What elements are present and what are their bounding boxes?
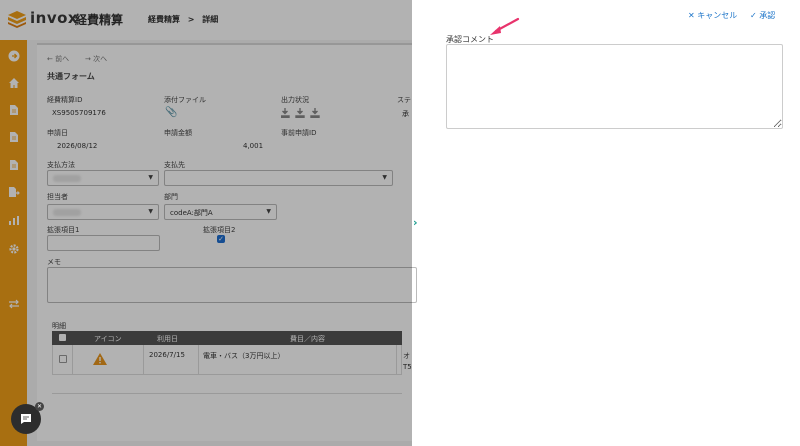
amount-label: 申請金額 bbox=[164, 129, 192, 137]
column-icon[interactable]: アイコン bbox=[94, 334, 122, 344]
prev-link[interactable]: ← 前へ bbox=[47, 54, 69, 64]
payment-method-label: 支払方法 bbox=[47, 161, 75, 169]
breadcrumb-separator: > bbox=[187, 15, 195, 24]
close-icon[interactable]: ✕ bbox=[35, 402, 44, 411]
chevron-right-icon[interactable]: › bbox=[413, 216, 418, 229]
apply-date-label: 申請日 bbox=[47, 129, 68, 137]
column-content[interactable]: 費目／内容 bbox=[290, 334, 325, 344]
column-date[interactable]: 利用日 bbox=[157, 334, 178, 344]
person-label: 担当者 bbox=[47, 193, 68, 201]
row-date: 2026/7/15 bbox=[149, 351, 185, 359]
expense-id-value: XS9505709176 bbox=[52, 109, 106, 117]
home-icon[interactable] bbox=[0, 73, 27, 93]
payment-method-select[interactable]: ▼ bbox=[47, 170, 159, 186]
breadcrumb-item-detail: 詳細 bbox=[202, 15, 219, 24]
chart-icon[interactable] bbox=[0, 210, 27, 230]
divider bbox=[143, 345, 144, 375]
person-select[interactable]: ▼ bbox=[47, 204, 159, 220]
memo-textarea[interactable] bbox=[47, 267, 417, 303]
brand-subtitle: 経費精算 bbox=[75, 13, 124, 27]
logo-icon bbox=[8, 11, 26, 28]
approval-panel: ✕ キャンセル ✓ 承認 承認コメント bbox=[428, 0, 800, 446]
divider bbox=[72, 345, 73, 375]
document-icon[interactable] bbox=[0, 155, 27, 175]
form-card: ← 前へ → 次へ 共通フォーム 経費精算ID XS9505709176 添付フ… bbox=[37, 43, 417, 441]
blurred-value bbox=[53, 175, 81, 182]
chat-icon bbox=[21, 414, 31, 424]
department-value: codeA:部門A bbox=[170, 209, 213, 217]
table-divider bbox=[52, 393, 402, 394]
approve-button[interactable]: ✓ 承認 bbox=[750, 10, 775, 21]
row-content: 電車・バス（3万円以上） bbox=[203, 352, 285, 360]
attachment-label: 添付ファイル bbox=[164, 96, 206, 104]
select-all-checkbox[interactable] bbox=[59, 334, 66, 341]
payee-label: 支払先 bbox=[164, 161, 185, 169]
arrow-right-circle-icon[interactable] bbox=[0, 46, 27, 66]
chevron-down-icon: ▼ bbox=[148, 174, 153, 181]
transfer-icon[interactable] bbox=[0, 294, 27, 314]
chevron-down-icon: ▼ bbox=[266, 208, 271, 215]
document-icon[interactable] bbox=[0, 100, 27, 120]
details-table-header: アイコン 利用日 費目／内容 bbox=[52, 331, 402, 345]
main-content: ← 前へ → 次へ 共通フォーム 経費精算ID XS9505709176 添付フ… bbox=[27, 40, 417, 446]
output-status-label: 出力状況 bbox=[281, 96, 309, 104]
chevron-down-icon: ▼ bbox=[148, 208, 153, 215]
divider bbox=[396, 345, 397, 375]
details-title: 明細 bbox=[52, 322, 66, 330]
ext1-input[interactable] bbox=[47, 235, 160, 251]
breadcrumb: 経費精算 > 詳細 bbox=[148, 14, 218, 25]
approval-comment-textarea[interactable] bbox=[446, 44, 783, 129]
document-icon[interactable] bbox=[0, 127, 27, 147]
sidebar bbox=[0, 40, 27, 446]
approve-button-label: 承認 bbox=[759, 11, 776, 20]
breadcrumb-item-expense[interactable]: 経費精算 bbox=[148, 15, 180, 24]
row-extra1: オ bbox=[403, 352, 410, 360]
chevron-down-icon: ▼ bbox=[382, 174, 387, 181]
pre-apply-label: 事前申請ID bbox=[281, 129, 317, 137]
status-label: ステ bbox=[397, 96, 411, 104]
download-icons[interactable] bbox=[281, 108, 323, 118]
memo-label: メモ bbox=[47, 258, 61, 266]
app-header: invox 経費精算 経費精算 > 詳細 bbox=[0, 0, 412, 40]
expense-id-label: 経費精算ID bbox=[47, 96, 83, 104]
department-select[interactable]: codeA:部門A ▼ bbox=[164, 204, 277, 220]
document-export-icon[interactable] bbox=[0, 182, 27, 202]
row-extra2: T5 bbox=[403, 363, 412, 371]
next-link[interactable]: → 次へ bbox=[85, 54, 107, 64]
paperclip-icon[interactable]: 📎 bbox=[165, 107, 177, 118]
ext2-label: 拡張項目2 bbox=[203, 226, 236, 234]
gear-icon[interactable] bbox=[0, 239, 27, 259]
form-title: 共通フォーム bbox=[47, 72, 95, 81]
row-checkbox[interactable] bbox=[59, 355, 67, 363]
brand-name[interactable]: invox bbox=[30, 9, 78, 27]
payee-select[interactable]: ▼ bbox=[164, 170, 393, 186]
department-label: 部門 bbox=[164, 193, 178, 201]
status-value: 承 bbox=[402, 110, 409, 118]
apply-date-value: 2026/08/12 bbox=[57, 142, 98, 150]
ext2-checkbox[interactable]: ✓ bbox=[217, 235, 225, 243]
warning-icon bbox=[93, 353, 107, 365]
table-row[interactable]: 2026/7/15 電車・バス（3万円以上） オ T5 bbox=[52, 345, 412, 375]
ext1-label: 拡張項目1 bbox=[47, 226, 80, 234]
amount-value: 4,001 bbox=[243, 142, 264, 150]
cancel-button-label: キャンセル bbox=[697, 11, 738, 20]
cancel-button[interactable]: ✕ キャンセル bbox=[688, 10, 737, 21]
blurred-value bbox=[53, 209, 81, 216]
divider bbox=[198, 345, 199, 375]
